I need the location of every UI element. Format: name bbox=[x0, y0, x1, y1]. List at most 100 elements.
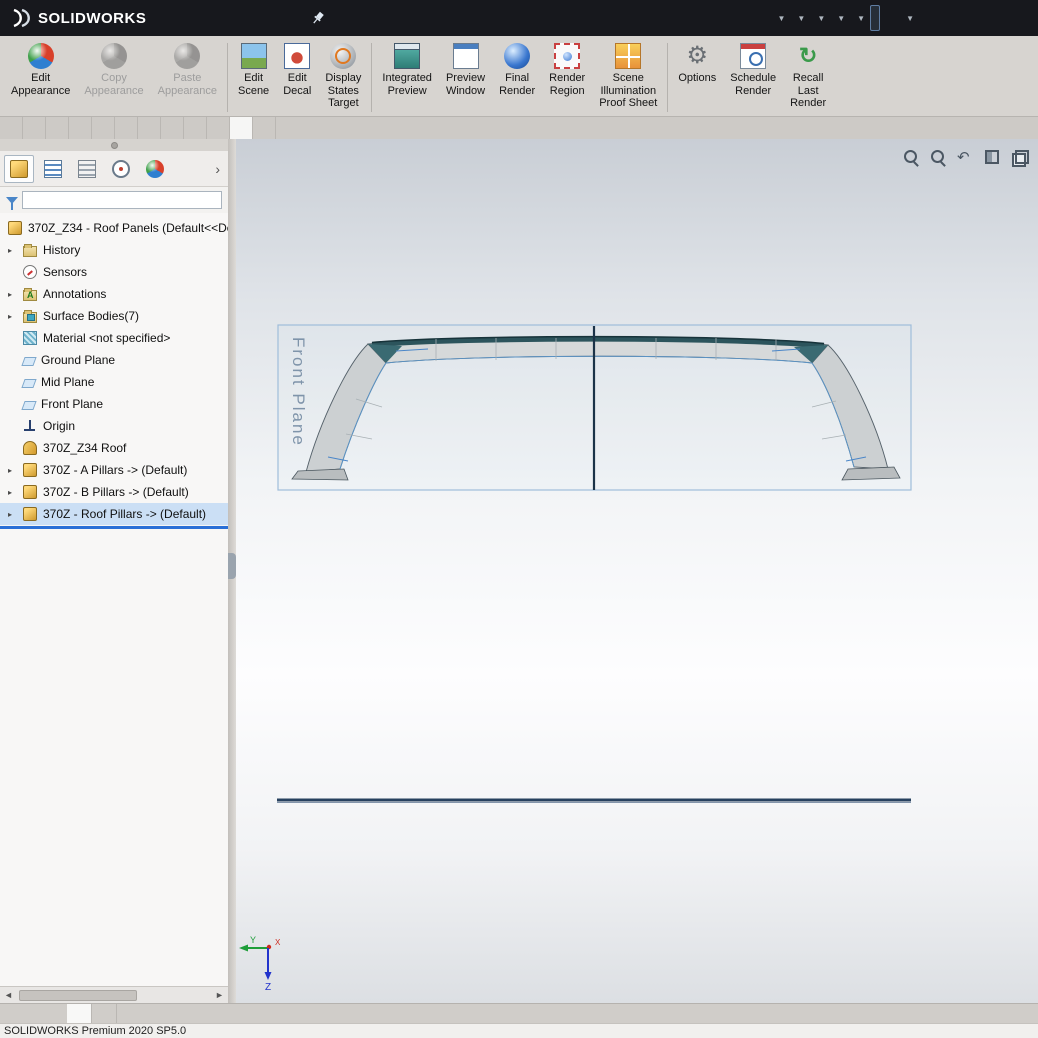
tree-item[interactable]: ▸ Origin bbox=[0, 415, 228, 437]
ribbon-button[interactable]: Integrated Preview bbox=[375, 39, 439, 99]
study-tab[interactable] bbox=[67, 1004, 92, 1023]
quick-access-button[interactable] bbox=[881, 5, 889, 31]
dropdown-caret-icon[interactable]: ▼ bbox=[906, 14, 914, 23]
scroll-left-arrow-icon[interactable]: ◄ bbox=[0, 990, 17, 1000]
propertymanager-tab-icon bbox=[44, 159, 62, 178]
viewport-tool-button[interactable] bbox=[900, 146, 922, 168]
part-ref-icon bbox=[23, 485, 37, 499]
part-root-icon bbox=[8, 221, 22, 235]
command-tab[interactable] bbox=[92, 117, 115, 139]
expand-arrow-icon[interactable]: ▸ bbox=[8, 246, 23, 255]
pin-icon[interactable] bbox=[310, 10, 326, 26]
command-tab[interactable] bbox=[46, 117, 69, 139]
dropdown-caret-icon[interactable]: ▼ bbox=[817, 14, 825, 23]
command-tab[interactable] bbox=[253, 117, 276, 139]
tree-item[interactable]: ▸ 370Z - B Pillars -> (Default) bbox=[0, 481, 228, 503]
tree-item[interactable]: ▸ 370Z_Z34 - Roof Panels (Default<<De bbox=[0, 217, 228, 239]
panel-tab-strip: › bbox=[0, 151, 228, 187]
panel-tab[interactable] bbox=[4, 154, 34, 183]
expand-arrow-icon[interactable]: ▸ bbox=[8, 510, 23, 519]
expand-arrow-icon[interactable]: ▸ bbox=[8, 290, 23, 299]
tree-item[interactable]: ▸ Surface Bodies(7) bbox=[0, 305, 228, 327]
ribbon-button[interactable]: Render Region bbox=[542, 39, 592, 99]
tree-item[interactable]: ▸ Ground Plane bbox=[0, 349, 228, 371]
ribbon-button[interactable]: Edit Decal bbox=[276, 39, 318, 99]
quick-access-button[interactable]: ▼ bbox=[850, 5, 869, 31]
panel-splitter[interactable] bbox=[228, 139, 236, 1003]
tree-item[interactable]: ▸ Front Plane bbox=[0, 393, 228, 415]
command-tab[interactable] bbox=[230, 117, 253, 139]
command-tab[interactable] bbox=[0, 117, 23, 139]
expand-arrow-icon[interactable]: ▸ bbox=[8, 312, 23, 321]
scroll-right-arrow-icon[interactable]: ► bbox=[211, 990, 228, 1000]
quick-access-button[interactable] bbox=[890, 5, 898, 31]
study-tab[interactable] bbox=[92, 1004, 117, 1023]
tree-item[interactable]: ▸ 370Z - A Pillars -> (Default) bbox=[0, 459, 228, 481]
ribbon-button[interactable]: Schedule Render bbox=[723, 39, 783, 99]
expand-arrow-icon[interactable]: ▸ bbox=[8, 466, 23, 475]
tree-item-label: 370Z - A Pillars -> (Default) bbox=[43, 463, 188, 477]
ribbon-button[interactable]: Display States Target bbox=[318, 39, 368, 112]
tree-item[interactable]: ▸ History bbox=[0, 239, 228, 261]
tree-item[interactable]: ▸ Annotations bbox=[0, 283, 228, 305]
panel-horizontal-scrollbar[interactable]: ◄ ► bbox=[0, 986, 228, 1003]
panel-splitter-handle[interactable] bbox=[228, 553, 236, 579]
dropdown-caret-icon[interactable]: ▼ bbox=[797, 14, 805, 23]
triad-z-label: Z bbox=[265, 982, 271, 993]
ribbon-button[interactable]: Final Render bbox=[492, 39, 542, 99]
quick-access-button[interactable]: ▼ bbox=[899, 5, 918, 31]
panel-tab[interactable] bbox=[38, 155, 68, 183]
dropdown-caret-icon[interactable]: ▼ bbox=[857, 14, 865, 23]
ribbon-button[interactable]: Copy Appearance bbox=[77, 39, 150, 99]
part-ref-icon bbox=[23, 507, 37, 521]
graphics-viewport[interactable]: Front Plane Y X Z ↶ bbox=[236, 139, 1038, 1003]
quick-access-button[interactable]: ▼ bbox=[810, 5, 829, 31]
panel-tab[interactable] bbox=[140, 155, 170, 183]
expand-arrow-icon[interactable]: ▸ bbox=[8, 488, 23, 497]
viewport-tool-button[interactable] bbox=[954, 146, 976, 168]
panel-tab[interactable] bbox=[106, 155, 136, 183]
panel-tab[interactable] bbox=[72, 155, 102, 183]
quick-access-button[interactable] bbox=[870, 5, 881, 31]
viewport-tool-button[interactable] bbox=[1008, 146, 1030, 168]
tree-item[interactable]: ▸ Sensors bbox=[0, 261, 228, 283]
ribbon-button[interactable]: Edit Scene bbox=[231, 39, 276, 99]
ribbon-button[interactable]: Scene Illumination Proof Sheet bbox=[592, 39, 664, 112]
quick-access-button[interactable]: ▼ bbox=[770, 5, 789, 31]
section-view-icon bbox=[984, 149, 1000, 165]
dropdown-caret-icon[interactable]: ▼ bbox=[777, 14, 785, 23]
plane-icon bbox=[21, 357, 37, 366]
command-tab[interactable] bbox=[207, 117, 230, 139]
ribbon-button[interactable]: Edit Appearance bbox=[4, 39, 77, 99]
command-tab[interactable] bbox=[115, 117, 138, 139]
viewport-tool-button[interactable] bbox=[981, 146, 1003, 168]
configurationmanager-tab-icon bbox=[78, 159, 96, 178]
viewport-tool-button[interactable] bbox=[927, 146, 949, 168]
command-tab[interactable] bbox=[23, 117, 46, 139]
tree-item[interactable]: ▸ Mid Plane bbox=[0, 371, 228, 393]
tree-item-label: 370Z_Z34 - Roof Panels (Default<<De bbox=[28, 221, 228, 235]
command-tab[interactable] bbox=[69, 117, 92, 139]
quick-access-button[interactable] bbox=[761, 5, 769, 31]
command-tab[interactable] bbox=[161, 117, 184, 139]
panel-collapse-bar[interactable] bbox=[0, 139, 228, 151]
tree-filter-input[interactable] bbox=[22, 191, 222, 209]
scrollbar-thumb[interactable] bbox=[19, 989, 137, 1001]
quick-access-button[interactable]: ▼ bbox=[790, 5, 809, 31]
command-tab[interactable] bbox=[184, 117, 207, 139]
panel-tabs-expand-chevron-icon[interactable]: › bbox=[211, 161, 224, 177]
ribbon-button-label: Schedule Render bbox=[730, 72, 777, 97]
panel-collapse-dot-icon[interactable] bbox=[110, 141, 118, 149]
ribbon-button[interactable]: Paste Appearance bbox=[151, 39, 224, 99]
ribbon-button[interactable]: Preview Window bbox=[439, 39, 492, 99]
ribbon-button[interactable]: Options bbox=[671, 39, 723, 87]
tree-item[interactable]: ▸ Material <not specified> bbox=[0, 327, 228, 349]
tree-item-label: 370Z - B Pillars -> (Default) bbox=[43, 485, 189, 499]
quick-access-button[interactable]: ▼ bbox=[830, 5, 849, 31]
ribbon-button[interactable]: Recall Last Render bbox=[783, 39, 833, 112]
dropdown-caret-icon[interactable]: ▼ bbox=[837, 14, 845, 23]
command-tab[interactable] bbox=[138, 117, 161, 139]
ribbon-button-label: Options bbox=[678, 72, 717, 84]
tree-item[interactable]: ▸ 370Z_Z34 Roof bbox=[0, 437, 228, 459]
tree-item[interactable]: ▸ 370Z - Roof Pillars -> (Default) bbox=[0, 503, 228, 525]
